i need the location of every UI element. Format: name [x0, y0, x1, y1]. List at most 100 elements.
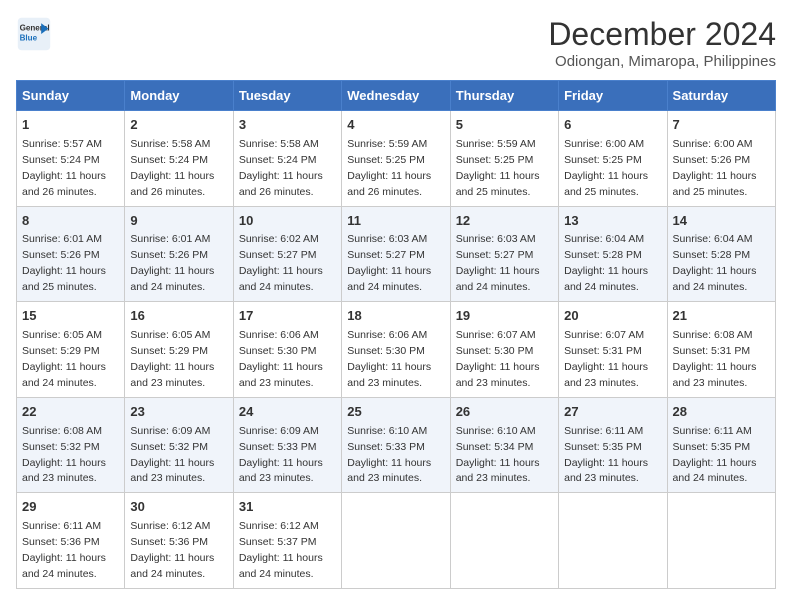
day-info: Sunrise: 6:12 AM Sunset: 5:37 PM Dayligh…	[239, 520, 323, 580]
calendar-cell	[667, 493, 775, 589]
weekday-header-wednesday: Wednesday	[342, 81, 450, 111]
calendar-week-1: 1 Sunrise: 5:57 AM Sunset: 5:24 PM Daylig…	[17, 111, 776, 207]
day-info: Sunrise: 6:04 AM Sunset: 5:28 PM Dayligh…	[564, 233, 648, 293]
calendar-cell: 23 Sunrise: 6:09 AM Sunset: 5:32 PM Dayli…	[125, 397, 233, 493]
calendar-cell: 7 Sunrise: 6:00 AM Sunset: 5:26 PM Daylig…	[667, 111, 775, 207]
calendar-cell: 5 Sunrise: 5:59 AM Sunset: 5:25 PM Daylig…	[450, 111, 558, 207]
calendar-header: SundayMondayTuesdayWednesdayThursdayFrid…	[17, 81, 776, 111]
day-info: Sunrise: 6:11 AM Sunset: 5:36 PM Dayligh…	[22, 520, 106, 580]
day-number: 19	[456, 307, 553, 326]
calendar-cell: 8 Sunrise: 6:01 AM Sunset: 5:26 PM Daylig…	[17, 206, 125, 302]
calendar-cell	[559, 493, 667, 589]
day-number: 22	[22, 403, 119, 422]
day-number: 13	[564, 212, 661, 231]
calendar-cell: 17 Sunrise: 6:06 AM Sunset: 5:30 PM Dayli…	[233, 302, 341, 398]
day-number: 21	[673, 307, 770, 326]
calendar-week-4: 22 Sunrise: 6:08 AM Sunset: 5:32 PM Dayli…	[17, 397, 776, 493]
calendar-body: 1 Sunrise: 5:57 AM Sunset: 5:24 PM Daylig…	[17, 111, 776, 589]
day-info: Sunrise: 6:02 AM Sunset: 5:27 PM Dayligh…	[239, 233, 323, 293]
day-number: 11	[347, 212, 444, 231]
day-info: Sunrise: 6:06 AM Sunset: 5:30 PM Dayligh…	[239, 329, 323, 389]
day-number: 10	[239, 212, 336, 231]
day-info: Sunrise: 6:03 AM Sunset: 5:27 PM Dayligh…	[456, 233, 540, 293]
day-number: 26	[456, 403, 553, 422]
day-info: Sunrise: 6:10 AM Sunset: 5:33 PM Dayligh…	[347, 425, 431, 485]
calendar-cell: 26 Sunrise: 6:10 AM Sunset: 5:34 PM Dayli…	[450, 397, 558, 493]
weekday-header-tuesday: Tuesday	[233, 81, 341, 111]
day-info: Sunrise: 5:58 AM Sunset: 5:24 PM Dayligh…	[130, 138, 214, 198]
day-info: Sunrise: 6:07 AM Sunset: 5:30 PM Dayligh…	[456, 329, 540, 389]
day-info: Sunrise: 6:04 AM Sunset: 5:28 PM Dayligh…	[673, 233, 757, 293]
day-number: 6	[564, 116, 661, 135]
calendar-week-2: 8 Sunrise: 6:01 AM Sunset: 5:26 PM Daylig…	[17, 206, 776, 302]
day-info: Sunrise: 6:05 AM Sunset: 5:29 PM Dayligh…	[22, 329, 106, 389]
day-number: 1	[22, 116, 119, 135]
day-info: Sunrise: 6:11 AM Sunset: 5:35 PM Dayligh…	[673, 425, 757, 485]
day-info: Sunrise: 6:07 AM Sunset: 5:31 PM Dayligh…	[564, 329, 648, 389]
weekday-header-thursday: Thursday	[450, 81, 558, 111]
calendar-cell: 28 Sunrise: 6:11 AM Sunset: 5:35 PM Dayli…	[667, 397, 775, 493]
day-info: Sunrise: 6:12 AM Sunset: 5:36 PM Dayligh…	[130, 520, 214, 580]
calendar-cell	[342, 493, 450, 589]
day-number: 5	[456, 116, 553, 135]
calendar-cell: 19 Sunrise: 6:07 AM Sunset: 5:30 PM Dayli…	[450, 302, 558, 398]
day-info: Sunrise: 6:01 AM Sunset: 5:26 PM Dayligh…	[22, 233, 106, 293]
location-subtitle: Odiongan, Mimaropa, Philippines	[548, 53, 776, 70]
calendar-cell: 3Sunrise: 5:58 AM Sunset: 5:24 PM Daylig…	[233, 111, 341, 207]
calendar-week-3: 15 Sunrise: 6:05 AM Sunset: 5:29 PM Dayli…	[17, 302, 776, 398]
calendar-cell: 30Sunrise: 6:12 AM Sunset: 5:36 PM Dayli…	[125, 493, 233, 589]
weekday-header-saturday: Saturday	[667, 81, 775, 111]
day-number: 2	[130, 116, 227, 135]
day-number: 9	[130, 212, 227, 231]
day-info: Sunrise: 5:57 AM Sunset: 5:24 PM Dayligh…	[22, 138, 106, 198]
calendar-cell: 14 Sunrise: 6:04 AM Sunset: 5:28 PM Dayli…	[667, 206, 775, 302]
calendar-week-5: 29 Sunrise: 6:11 AM Sunset: 5:36 PM Dayli…	[17, 493, 776, 589]
logo-icon: General Blue	[16, 16, 52, 52]
day-info: Sunrise: 6:06 AM Sunset: 5:30 PM Dayligh…	[347, 329, 431, 389]
calendar-cell: 13 Sunrise: 6:04 AM Sunset: 5:28 PM Dayli…	[559, 206, 667, 302]
day-number: 15	[22, 307, 119, 326]
day-info: Sunrise: 6:10 AM Sunset: 5:34 PM Dayligh…	[456, 425, 540, 485]
day-info: Sunrise: 6:01 AM Sunset: 5:26 PM Dayligh…	[130, 233, 214, 293]
day-info: Sunrise: 6:11 AM Sunset: 5:35 PM Dayligh…	[564, 425, 648, 485]
day-info: Sunrise: 5:58 AM Sunset: 5:24 PM Dayligh…	[239, 138, 323, 198]
day-number: 16	[130, 307, 227, 326]
calendar-cell: 4Sunrise: 5:59 AM Sunset: 5:25 PM Daylig…	[342, 111, 450, 207]
day-info: Sunrise: 6:03 AM Sunset: 5:27 PM Dayligh…	[347, 233, 431, 293]
calendar-table: SundayMondayTuesdayWednesdayThursdayFrid…	[16, 80, 776, 589]
day-info: Sunrise: 6:00 AM Sunset: 5:26 PM Dayligh…	[673, 138, 757, 198]
page-header: General Blue December 2024 Odiongan, Mim…	[16, 16, 776, 70]
day-info: Sunrise: 5:59 AM Sunset: 5:25 PM Dayligh…	[456, 138, 540, 198]
calendar-cell: 27Sunrise: 6:11 AM Sunset: 5:35 PM Dayli…	[559, 397, 667, 493]
calendar-cell: 1 Sunrise: 5:57 AM Sunset: 5:24 PM Daylig…	[17, 111, 125, 207]
calendar-cell: 24Sunrise: 6:09 AM Sunset: 5:33 PM Dayli…	[233, 397, 341, 493]
day-number: 8	[22, 212, 119, 231]
calendar-cell: 18 Sunrise: 6:06 AM Sunset: 5:30 PM Dayli…	[342, 302, 450, 398]
day-info: Sunrise: 6:00 AM Sunset: 5:25 PM Dayligh…	[564, 138, 648, 198]
day-info: Sunrise: 6:08 AM Sunset: 5:32 PM Dayligh…	[22, 425, 106, 485]
svg-text:Blue: Blue	[20, 33, 38, 42]
day-number: 7	[673, 116, 770, 135]
calendar-cell: 31 Sunrise: 6:12 AM Sunset: 5:37 PM Dayli…	[233, 493, 341, 589]
day-number: 31	[239, 498, 336, 517]
day-info: Sunrise: 6:05 AM Sunset: 5:29 PM Dayligh…	[130, 329, 214, 389]
calendar-cell: 22 Sunrise: 6:08 AM Sunset: 5:32 PM Dayli…	[17, 397, 125, 493]
weekday-header-sunday: Sunday	[17, 81, 125, 111]
calendar-cell: 9 Sunrise: 6:01 AM Sunset: 5:26 PM Daylig…	[125, 206, 233, 302]
calendar-cell: 11 Sunrise: 6:03 AM Sunset: 5:27 PM Dayli…	[342, 206, 450, 302]
day-number: 23	[130, 403, 227, 422]
day-number: 18	[347, 307, 444, 326]
day-number: 24	[239, 403, 336, 422]
calendar-cell: 20Sunrise: 6:07 AM Sunset: 5:31 PM Dayli…	[559, 302, 667, 398]
title-block: December 2024 Odiongan, Mimaropa, Philip…	[548, 16, 776, 70]
day-number: 14	[673, 212, 770, 231]
day-number: 17	[239, 307, 336, 326]
day-number: 28	[673, 403, 770, 422]
month-title: December 2024	[548, 16, 776, 53]
calendar-cell: 10 Sunrise: 6:02 AM Sunset: 5:27 PM Dayli…	[233, 206, 341, 302]
calendar-cell: 29 Sunrise: 6:11 AM Sunset: 5:36 PM Dayli…	[17, 493, 125, 589]
day-number: 29	[22, 498, 119, 517]
day-info: Sunrise: 6:08 AM Sunset: 5:31 PM Dayligh…	[673, 329, 757, 389]
day-info: Sunrise: 6:09 AM Sunset: 5:32 PM Dayligh…	[130, 425, 214, 485]
day-number: 25	[347, 403, 444, 422]
